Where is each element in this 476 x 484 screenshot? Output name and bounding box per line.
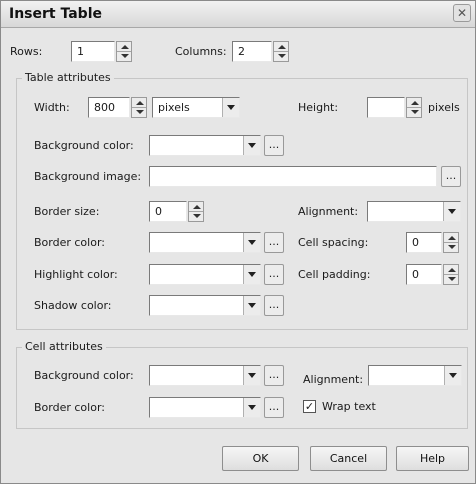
width-unit-value: pixels <box>158 101 190 114</box>
cell-attributes-legend: Cell attributes <box>22 340 106 353</box>
cell-padding-input[interactable]: 0 <box>406 264 442 285</box>
border-size-spinner[interactable] <box>188 201 204 222</box>
bg-color-browse-button[interactable]: ... <box>264 135 284 156</box>
border-color-select[interactable] <box>149 232 261 253</box>
cell-border-color-select[interactable] <box>149 397 261 418</box>
chevron-down-icon[interactable] <box>243 136 260 155</box>
alignment-label: Alignment: <box>298 205 359 218</box>
cell-bg-color-browse-button[interactable]: ... <box>264 365 284 386</box>
shadow-color-select[interactable] <box>149 295 261 316</box>
title-bar[interactable]: Insert Table ✕ <box>1 1 475 28</box>
bg-color-label: Background color: <box>34 139 134 152</box>
columns-spinner[interactable] <box>273 41 289 62</box>
cell-padding-label: Cell padding: <box>298 268 371 281</box>
chevron-down-icon[interactable] <box>222 98 239 117</box>
width-spinner[interactable] <box>131 97 147 118</box>
alignment-select[interactable] <box>367 201 461 222</box>
close-icon[interactable]: ✕ <box>453 4 471 22</box>
help-button[interactable]: Help <box>396 446 469 471</box>
chevron-down-icon[interactable] <box>243 398 260 417</box>
height-label: Height: <box>298 101 339 114</box>
cell-padding-spinner[interactable] <box>443 264 459 285</box>
rows-input[interactable]: 1 <box>71 41 115 62</box>
cell-border-color-label: Border color: <box>34 401 105 414</box>
chevron-down-icon[interactable] <box>243 296 260 315</box>
bg-image-label: Background image: <box>34 170 142 183</box>
rows-label: Rows: <box>10 45 43 58</box>
cell-alignment-select[interactable] <box>368 365 462 386</box>
cell-spacing-label: Cell spacing: <box>298 236 369 249</box>
cell-alignment-label: Alignment: <box>303 373 364 386</box>
height-unit-label: pixels <box>428 101 460 114</box>
width-label: Width: <box>34 101 70 114</box>
border-size-input[interactable]: 0 <box>149 201 187 222</box>
cell-bg-color-label: Background color: <box>34 369 134 382</box>
width-unit-select[interactable]: pixels <box>152 97 240 118</box>
border-color-label: Border color: <box>34 236 105 249</box>
columns-input[interactable]: 2 <box>232 41 272 62</box>
table-attributes-legend: Table attributes <box>22 71 114 84</box>
highlight-color-label: Highlight color: <box>34 268 118 281</box>
cancel-button[interactable]: Cancel <box>310 446 387 471</box>
height-spinner[interactable] <box>406 97 422 118</box>
chevron-down-icon[interactable] <box>243 265 260 284</box>
border-color-browse-button[interactable]: ... <box>264 232 284 253</box>
highlight-color-select[interactable] <box>149 264 261 285</box>
cell-spacing-input[interactable]: 0 <box>406 232 442 253</box>
wrap-text-checkbox[interactable]: ✓ <box>303 400 316 413</box>
rows-spinner[interactable] <box>116 41 132 62</box>
wrap-text-label: Wrap text <box>322 400 376 413</box>
chevron-down-icon[interactable] <box>444 366 461 385</box>
cell-spacing-spinner[interactable] <box>443 232 459 253</box>
bg-color-select[interactable] <box>149 135 261 156</box>
border-size-label: Border size: <box>34 205 100 218</box>
height-input[interactable] <box>367 97 405 118</box>
highlight-color-browse-button[interactable]: ... <box>264 264 284 285</box>
dialog-title: Insert Table <box>9 6 102 22</box>
columns-label: Columns: <box>175 45 227 58</box>
width-input[interactable]: 800 <box>88 97 130 118</box>
shadow-color-browse-button[interactable]: ... <box>264 295 284 316</box>
insert-table-dialog: Insert Table ✕ Rows: 1 Columns: 2 Table … <box>0 0 476 484</box>
shadow-color-label: Shadow color: <box>34 299 112 312</box>
cell-border-color-browse-button[interactable]: ... <box>264 397 284 418</box>
chevron-down-icon[interactable] <box>243 233 260 252</box>
bg-image-browse-button[interactable]: ... <box>441 166 461 187</box>
bg-image-input[interactable] <box>149 166 437 187</box>
ok-button[interactable]: OK <box>222 446 299 471</box>
cell-bg-color-select[interactable] <box>149 365 261 386</box>
chevron-down-icon[interactable] <box>443 202 460 221</box>
chevron-down-icon[interactable] <box>243 366 260 385</box>
